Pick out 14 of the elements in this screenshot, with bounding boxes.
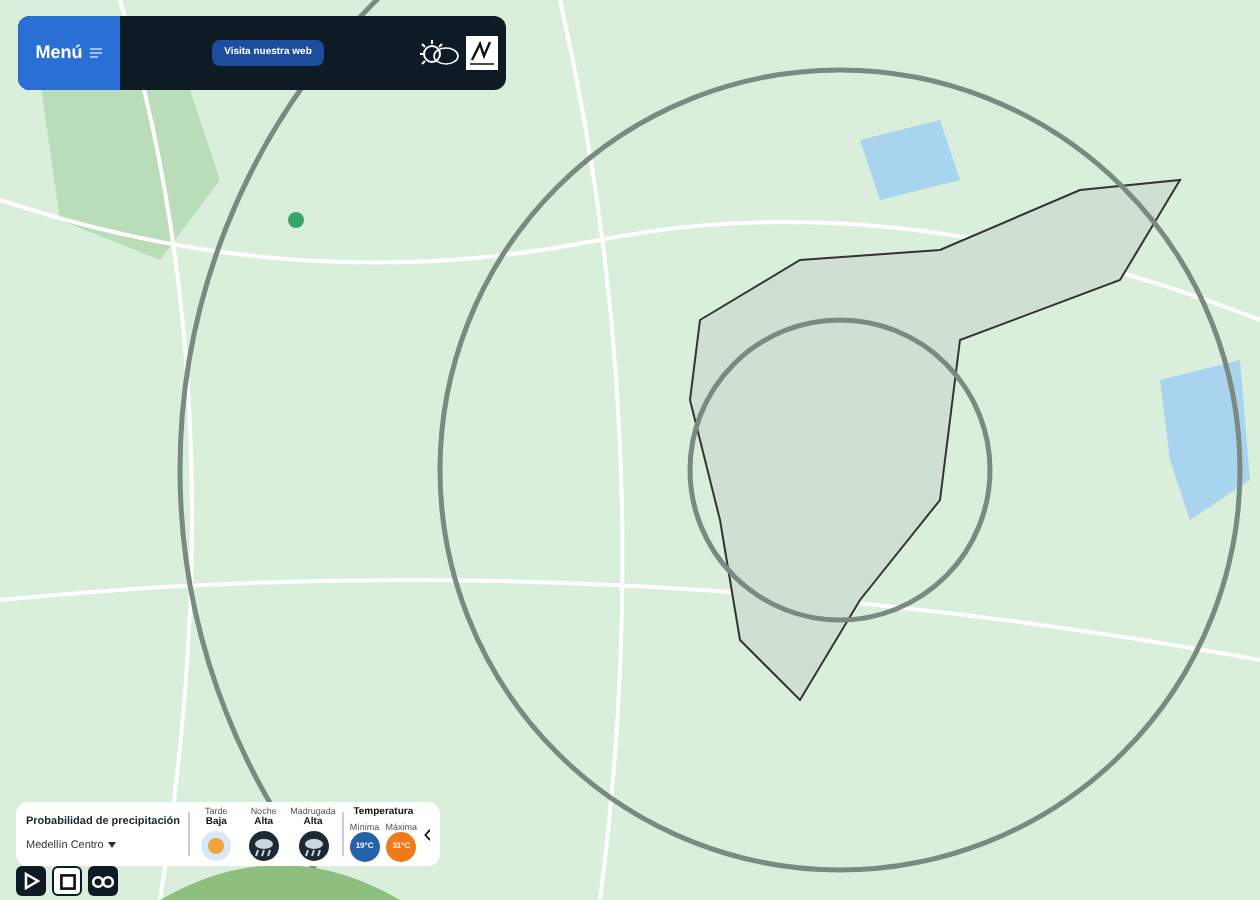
rain-cloud-icon: [247, 830, 280, 863]
forward-button[interactable]: [88, 866, 118, 896]
menu-icon: [90, 48, 103, 58]
menu-button[interactable]: Menú: [18, 16, 120, 90]
caret-icon: [107, 842, 116, 849]
rain-cloud-icon: [297, 830, 330, 863]
stop-button[interactable]: [52, 866, 82, 896]
collapse-chevron-icon[interactable]: [423, 827, 430, 841]
play-button[interactable]: [16, 866, 46, 896]
stop-icon: [59, 873, 75, 889]
sun-icon: [200, 830, 233, 863]
logo-icon: [466, 36, 498, 70]
play-icon: [23, 872, 39, 890]
sun-logo-icon: [416, 37, 460, 69]
